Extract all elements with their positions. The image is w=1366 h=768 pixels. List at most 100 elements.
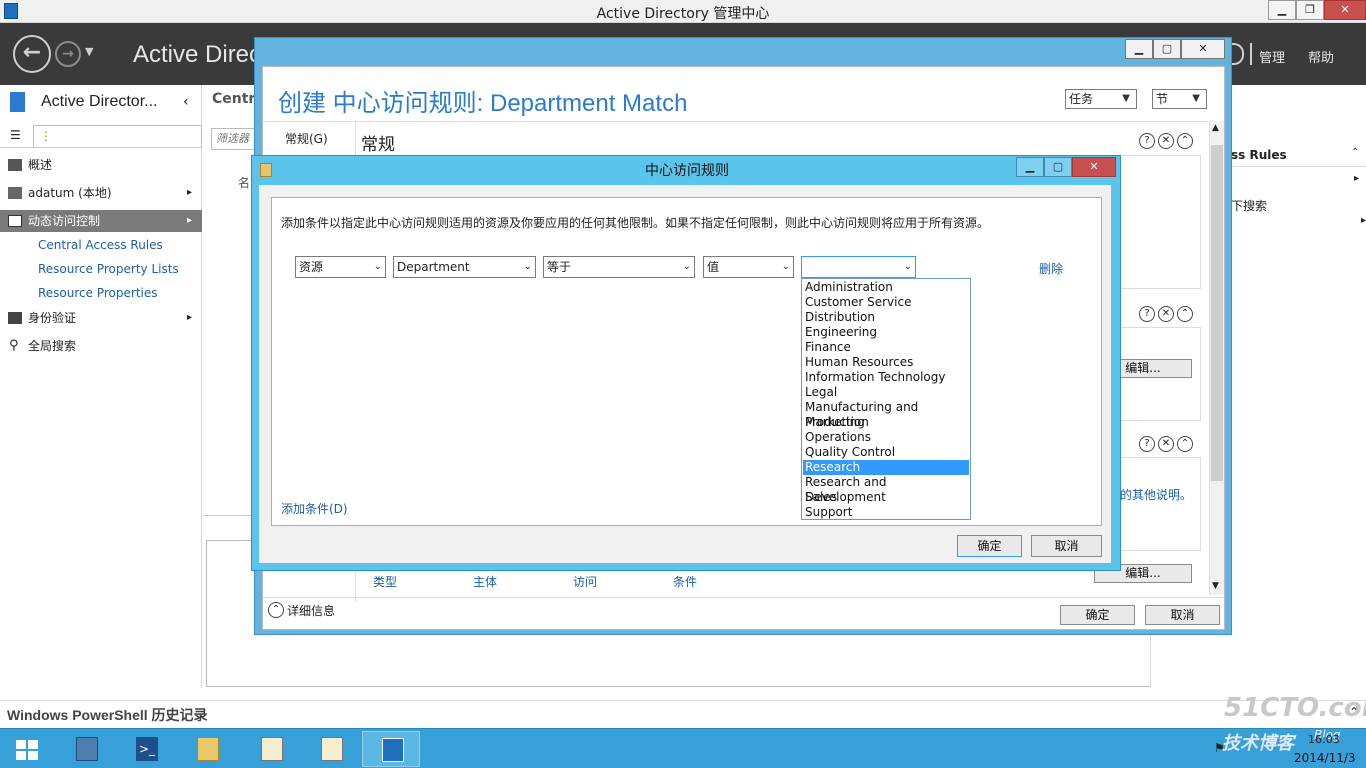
help-icon[interactable]: ? [1139, 306, 1155, 322]
value-option[interactable]: Customer Service [803, 295, 969, 310]
create-close-button[interactable]: ✕ [1181, 39, 1225, 59]
manage-menu[interactable]: 管理 [1259, 47, 1285, 66]
expand-arrow-icon[interactable]: ▸ [1354, 173, 1359, 184]
value-option[interactable]: Sales [803, 490, 969, 505]
close-icon[interactable]: ✕ [1158, 306, 1174, 322]
collapse-icon[interactable]: ⌃ [1177, 133, 1193, 149]
create-title: 创建 中心访问规则: Department Match [278, 90, 688, 117]
details-label[interactable]: 详细信息 [287, 602, 335, 619]
value-dropdown[interactable]: ⌄ [801, 256, 916, 278]
close-icon[interactable]: ✕ [1158, 133, 1174, 149]
col-access[interactable]: 访问 [573, 573, 597, 590]
rule-maximize-button[interactable]: ▢ [1044, 157, 1072, 177]
nav-item-dynamic-access-control[interactable]: 动态访问控制 ▸ [0, 210, 202, 232]
value-option[interactable]: Administration [803, 280, 969, 295]
taskbar-file-explorer[interactable] [178, 731, 236, 767]
scrollbar-thumb[interactable] [1211, 145, 1223, 481]
value-option[interactable]: Legal [803, 385, 969, 400]
sections-dropdown[interactable]: 节 ▼ [1152, 89, 1207, 109]
tasks-dropdown[interactable]: 任务 ▼ [1065, 89, 1137, 109]
rule-cancel-button[interactable]: 取消 [1031, 535, 1102, 557]
value-option[interactable]: Human Resources [803, 355, 969, 370]
value-option[interactable]: Research [803, 460, 969, 475]
taskbar-server-manager[interactable] [57, 731, 115, 767]
scroll-down-icon[interactable]: ▼ [1212, 581, 1219, 591]
value-option[interactable]: Support [803, 505, 969, 520]
help-icon[interactable]: ? [1139, 436, 1155, 452]
divider [263, 597, 1224, 598]
value-option[interactable]: Manufacturing and Production [803, 400, 969, 429]
ad-admin-center-icon [382, 738, 404, 762]
create-maximize-button[interactable]: ▢ [1153, 39, 1181, 59]
value-type-dropdown[interactable]: 值 ⌄ [703, 256, 794, 278]
col-principal[interactable]: 主体 [473, 573, 497, 590]
nav-sub-resource-properties[interactable]: Resource Properties [38, 286, 158, 300]
taskbar-powershell[interactable]: >_ [117, 731, 175, 767]
tab-general[interactable]: 常规(G) [285, 130, 328, 147]
nav-item-authentication[interactable]: 身份验证 ▸ [0, 307, 202, 329]
value-option[interactable]: Finance [803, 340, 969, 355]
operator-dropdown[interactable]: 等于 ⌄ [543, 256, 695, 278]
nav-item-global-search[interactable]: ⚲ 全局搜索 [0, 335, 202, 357]
col-type[interactable]: 类型 [373, 573, 397, 590]
collapse-icon[interactable]: ⌃ [1351, 147, 1359, 158]
clock-date[interactable]: 2014/11/3 [1294, 751, 1356, 765]
create-ok-button[interactable]: 确定 [1060, 605, 1135, 625]
add-condition-link[interactable]: 添加条件(D) [281, 500, 348, 517]
scroll-up-icon[interactable]: ▲ [1212, 123, 1219, 133]
rule-close-button[interactable]: ✕ [1072, 157, 1116, 177]
help-icon[interactable]: ? [1139, 133, 1155, 149]
permissions-desc-link[interactable]: 的其他说明。 [1120, 486, 1192, 503]
close-button[interactable]: ✕ [1324, 0, 1366, 20]
start-button[interactable] [0, 731, 56, 767]
search-task-link[interactable]: 下搜索 [1231, 197, 1267, 214]
col-condition[interactable]: 条件 [673, 573, 697, 590]
value-option[interactable]: Marketing [803, 415, 969, 430]
nav-item-adatum[interactable]: adatum (本地) ▸ [0, 182, 202, 204]
taskbar-notepad-1[interactable] [242, 731, 300, 767]
tree-view-tab[interactable]: ⋮ [33, 125, 202, 147]
powershell-icon: >_ [136, 737, 158, 761]
value-option[interactable]: Information Technology [803, 370, 969, 385]
taskbar-notepad-2[interactable] [302, 731, 360, 767]
taskbar-ad-admin-center[interactable] [362, 731, 420, 767]
rule-ok-button[interactable]: 确定 [957, 535, 1022, 557]
vertical-scrollbar[interactable]: ▲ ▼ [1209, 121, 1224, 595]
value-options-list[interactable]: Administration Customer Service Distributi… [801, 278, 971, 520]
collapse-nav-icon[interactable]: ‹ [183, 94, 189, 110]
powershell-history-bar[interactable]: Windows PowerShell 历史记录 51CTO.com ⌃ [0, 693, 1366, 728]
value-option[interactable]: Engineering [803, 325, 969, 340]
nav-sub-resource-property-lists[interactable]: Resource Property Lists [38, 262, 179, 276]
expand-details-icon[interactable]: ⌃ [268, 602, 284, 618]
rule-dialog-title: 中心访问规则 [645, 163, 729, 179]
value-option[interactable]: Research and Development [803, 475, 969, 504]
rule-condition-panel: 添加条件以指定此中心访问规则适用的资源及你要应用的任何其他限制。如果不指定任何限… [271, 197, 1102, 526]
rule-minimize-button[interactable]: ▁ [1016, 157, 1044, 177]
expand-icon[interactable]: ⌃ [1349, 705, 1359, 719]
attribute-dropdown[interactable]: Department ⌄ [393, 256, 536, 278]
minimize-button[interactable]: ▁ [1268, 0, 1296, 20]
delete-condition-link[interactable]: 删除 [1039, 260, 1063, 277]
maximize-button[interactable]: ❐ [1296, 0, 1324, 20]
clock-time[interactable]: 16:03 [1308, 733, 1340, 746]
create-cancel-button[interactable]: 取消 [1145, 605, 1220, 625]
name-column-header[interactable]: 名 [238, 174, 250, 191]
file-explorer-icon [197, 737, 219, 761]
value-option[interactable]: Quality Control [803, 445, 969, 460]
create-minimize-button[interactable]: ▁ [1125, 39, 1153, 59]
list-view-icon[interactable]: ☰ [10, 128, 21, 142]
back-button[interactable]: ← [13, 35, 51, 73]
collapse-icon[interactable]: ⌃ [1177, 436, 1193, 452]
resource-type-dropdown[interactable]: 资源 ⌄ [295, 256, 386, 278]
collapse-icon[interactable]: ⌃ [1177, 306, 1193, 322]
left-nav: Active Director... ‹ ☰ ⋮ 概述 adatum (本地) … [0, 85, 202, 688]
close-icon[interactable]: ✕ [1158, 436, 1174, 452]
value-option[interactable]: Distribution [803, 310, 969, 325]
help-menu[interactable]: 帮助 [1308, 47, 1334, 66]
nav-item-overview[interactable]: 概述 [0, 154, 202, 176]
app-title: Active Directory 管理中心 [596, 6, 770, 22]
nav-sub-central-access-rules[interactable]: Central Access Rules [38, 238, 163, 252]
history-dropdown-icon[interactable]: ▼ [85, 45, 93, 58]
forward-button[interactable]: → [55, 41, 81, 67]
value-option[interactable]: Operations [803, 430, 969, 445]
